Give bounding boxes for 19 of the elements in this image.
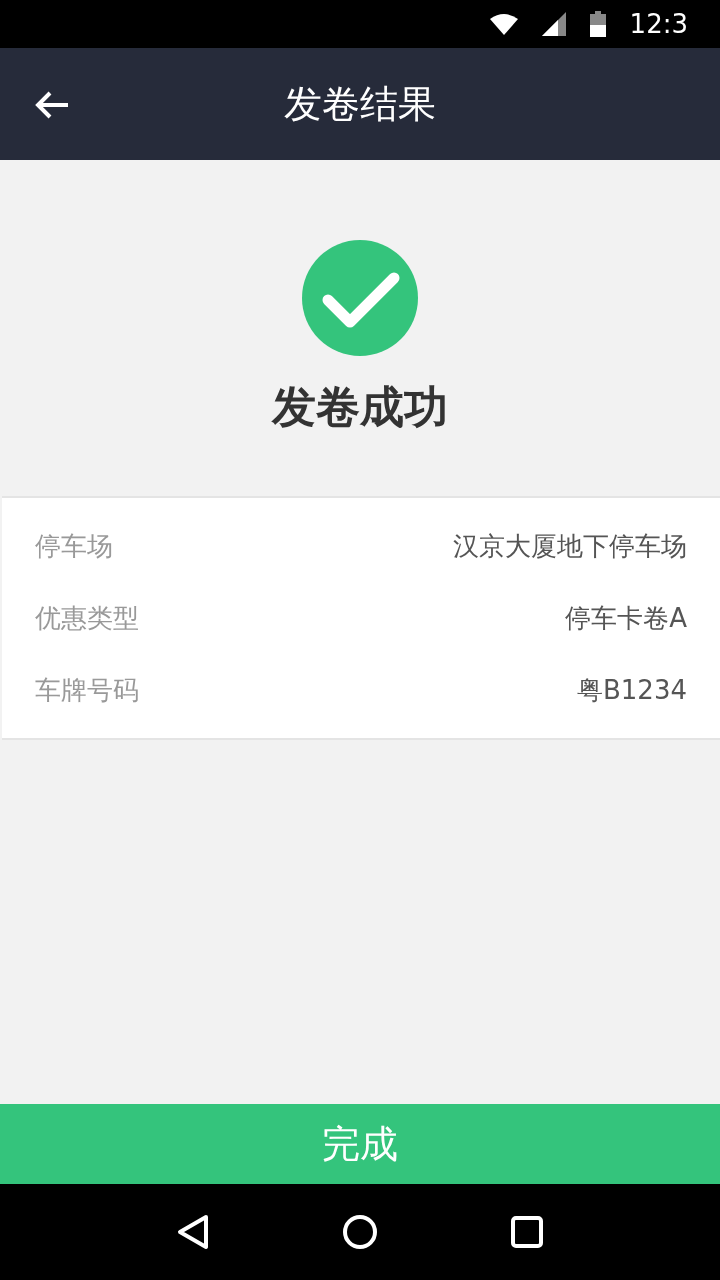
back-arrow-icon [34,90,70,120]
detail-value: 粤B1234 [577,673,687,707]
detail-value: 汉京大厦地下停车场 [453,529,687,563]
result-title: 发卷成功 [272,380,448,434]
back-triangle-icon[interactable] [177,1214,209,1250]
detail-label: 停车场 [35,529,113,563]
success-check-icon [302,240,418,356]
detail-label: 优惠类型 [35,601,139,635]
page-title: 发卷结果 [284,80,436,128]
battery-icon [589,11,606,37]
recents-square-icon[interactable] [511,1216,543,1248]
detail-label: 车牌号码 [35,673,139,707]
status-time: 12:3 [629,7,688,41]
home-circle-icon[interactable] [343,1215,377,1249]
back-button[interactable] [34,90,70,120]
detail-value: 停车卡卷A [565,601,687,635]
signal-icon [541,12,566,36]
done-button[interactable]: 完成 [0,1104,720,1184]
wifi-icon [489,13,518,35]
